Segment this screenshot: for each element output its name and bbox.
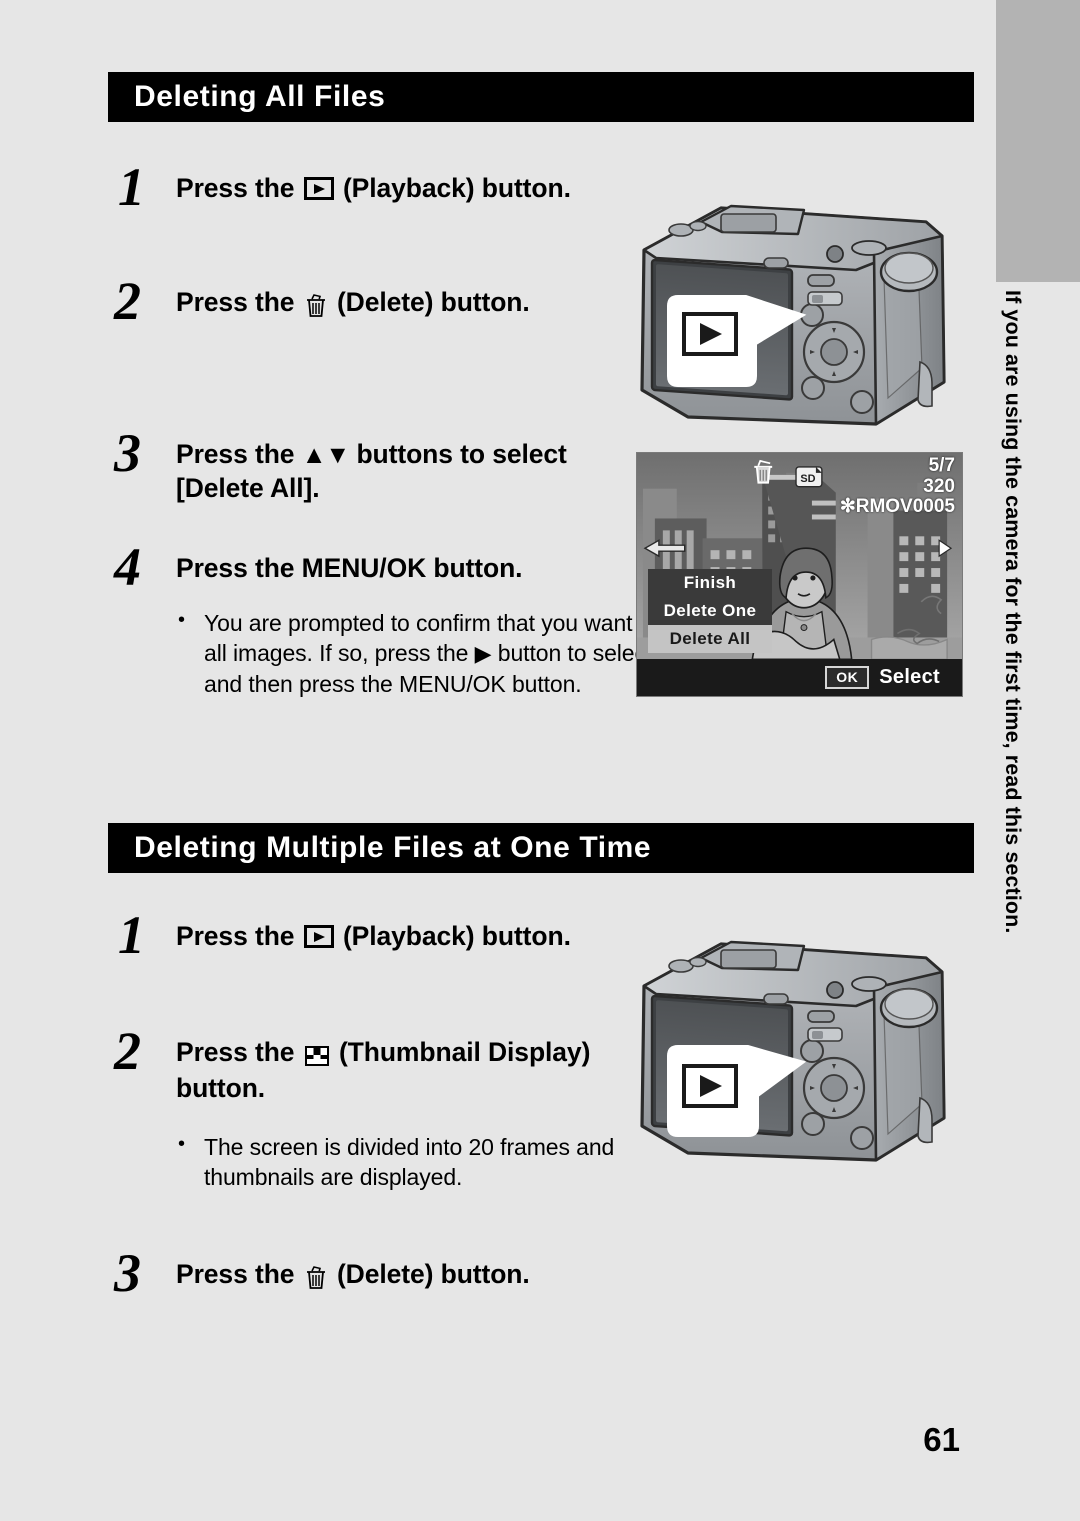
up-down-arrows-icon: ▲▼: [301, 441, 350, 469]
step-s1-4: 4 Press the MENU/OK button.: [108, 540, 708, 594]
step-text: Press the (Playback) button.: [176, 920, 628, 953]
side-note-text: If you are using the camera for the firs…: [1001, 290, 1025, 934]
step-number: 2: [114, 1021, 141, 1081]
step-number: 3: [114, 423, 141, 483]
step-text-before: Press the: [176, 1259, 302, 1289]
menu-item-finish[interactable]: Finish: [648, 569, 772, 597]
lcd-footer: OK Select: [637, 659, 962, 696]
step-text-before: Press the: [176, 1037, 302, 1067]
section-heading-deleting-multiple-files: Deleting Multiple Files at One Time: [108, 823, 974, 873]
step-number: 2: [114, 271, 141, 331]
step-s1-1: 1 Press the (Playback) button.: [108, 160, 628, 214]
section-heading-deleting-all-files: Deleting All Files: [108, 72, 974, 122]
thumbnail-icon: [302, 1039, 332, 1072]
filename: ✻RMOV0005: [839, 496, 955, 518]
step-text: Press the MENU/OK button.: [176, 553, 523, 583]
step-text-after: (Playback) button.: [335, 921, 571, 951]
step-text: Press the (Delete) button.: [176, 1258, 708, 1294]
lcd-delete-menu: Finish Delete One Delete All: [648, 569, 772, 653]
page-number: 61: [923, 1421, 960, 1458]
step-s2-3: 3 Press the (Delete) button.: [108, 1246, 708, 1300]
lcd-info-indicators: 5/7 320 ✻RMOV0005: [839, 455, 955, 518]
camera-illustration-1: [626, 192, 966, 440]
ok-button-badge: OK: [825, 666, 870, 689]
playback-icon: [303, 925, 334, 948]
lcd-screen-preview: SD 5/7 320 ✻RMOV0005 Finish Delete One D…: [636, 452, 963, 697]
section-heading-text: Deleting All Files: [134, 80, 386, 113]
step-s2-1: 1 Press the (Playback) button.: [108, 908, 628, 962]
step-text-before: Press the: [176, 173, 302, 203]
section-thumb-tab: [996, 0, 1080, 282]
frame-count: 5/7: [928, 455, 955, 476]
step-text-after: (Delete) button.: [329, 287, 530, 317]
step-text-after: (Delete) button.: [329, 1259, 530, 1289]
step-text: Press the (Playback) button.: [176, 172, 628, 205]
step-text-before: Press the: [176, 439, 302, 469]
step-s2-2: 2 Press the (Thumbnail Display) button.: [108, 1024, 628, 1106]
step-text: Press the ▲▼ buttons to select [Delete A…: [176, 438, 628, 505]
trash-icon: [302, 1261, 330, 1294]
step-text-before: Press the: [176, 287, 302, 317]
step-number: 1: [118, 905, 145, 965]
playback-icon: [303, 177, 334, 200]
trash-icon: [302, 289, 330, 322]
menu-item-delete-one[interactable]: Delete One: [648, 597, 772, 625]
step-number: 3: [114, 1243, 141, 1303]
camera-illustration-2: [626, 928, 966, 1176]
step-s1-3: 3 Press the ▲▼ buttons to select [Delete…: [108, 426, 628, 505]
step-text-before: Press the: [176, 921, 302, 951]
step-text-after: (Playback) button.: [335, 173, 571, 203]
menu-item-delete-all[interactable]: Delete All: [648, 625, 772, 653]
ok-action-label: Select: [879, 666, 940, 688]
step-text: Press the (Thumbnail Display) button.: [176, 1036, 628, 1106]
step-s1-2: 2 Press the (Delete) button.: [108, 274, 708, 328]
resolution: 320: [923, 475, 955, 497]
svg-text:SD: SD: [800, 473, 815, 485]
bullet-s2-1: The screen is divided into 20 frames and…: [108, 1131, 704, 1193]
step-number: 1: [118, 157, 145, 217]
section-heading-text: Deleting Multiple Files at One Time: [134, 831, 652, 864]
step-number: 4: [114, 537, 141, 597]
right-arrow-icon: ▶: [474, 641, 492, 667]
side-note: If you are using the camera for the firs…: [990, 290, 1036, 1220]
